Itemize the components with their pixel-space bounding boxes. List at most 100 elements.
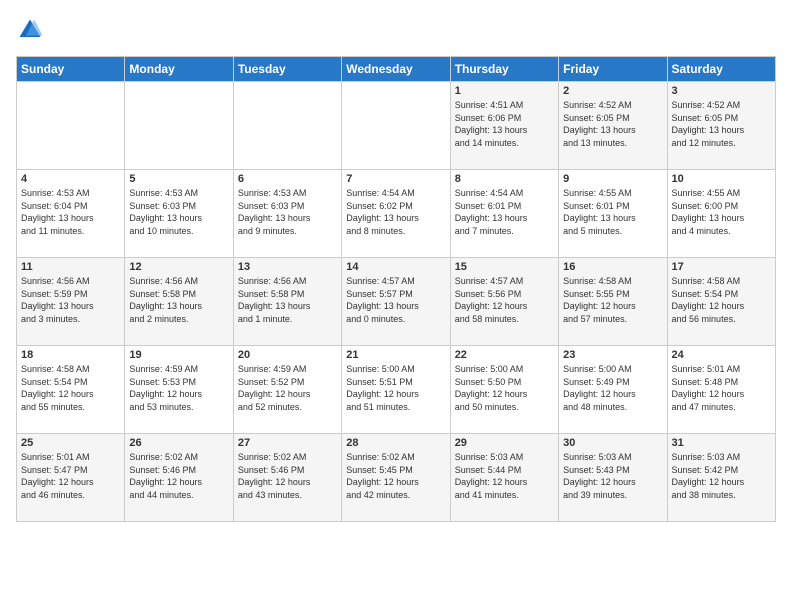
- calendar-cell: 31 Sunrise: 5:03 AMSunset: 5:42 PMDayligh…: [667, 434, 775, 522]
- calendar-cell: 13 Sunrise: 4:56 AMSunset: 5:58 PMDayligh…: [233, 258, 341, 346]
- day-info: Sunrise: 4:55 AMSunset: 6:00 PMDaylight:…: [672, 187, 771, 237]
- day-number: 15: [455, 261, 554, 273]
- calendar-week-5: 25 Sunrise: 5:01 AMSunset: 5:47 PMDayligh…: [17, 434, 776, 522]
- day-number: 18: [21, 349, 120, 361]
- day-info: Sunrise: 4:56 AMSunset: 5:59 PMDaylight:…: [21, 275, 120, 325]
- calendar-cell: 3 Sunrise: 4:52 AMSunset: 6:05 PMDaylight…: [667, 82, 775, 170]
- logo: [16, 16, 48, 44]
- day-info: Sunrise: 4:52 AMSunset: 6:05 PMDaylight:…: [563, 99, 662, 149]
- day-info: Sunrise: 5:03 AMSunset: 5:42 PMDaylight:…: [672, 451, 771, 501]
- day-number: 13: [238, 261, 337, 273]
- day-info: Sunrise: 4:57 AMSunset: 5:57 PMDaylight:…: [346, 275, 445, 325]
- day-info: Sunrise: 4:58 AMSunset: 5:54 PMDaylight:…: [21, 363, 120, 413]
- day-info: Sunrise: 4:57 AMSunset: 5:56 PMDaylight:…: [455, 275, 554, 325]
- day-info: Sunrise: 4:58 AMSunset: 5:54 PMDaylight:…: [672, 275, 771, 325]
- day-info: Sunrise: 4:53 AMSunset: 6:03 PMDaylight:…: [129, 187, 228, 237]
- calendar-cell: [17, 82, 125, 170]
- day-info: Sunrise: 4:51 AMSunset: 6:06 PMDaylight:…: [455, 99, 554, 149]
- day-info: Sunrise: 4:54 AMSunset: 6:02 PMDaylight:…: [346, 187, 445, 237]
- calendar-cell: 6 Sunrise: 4:53 AMSunset: 6:03 PMDaylight…: [233, 170, 341, 258]
- day-info: Sunrise: 4:56 AMSunset: 5:58 PMDaylight:…: [238, 275, 337, 325]
- calendar-cell: 1Sunrise: 4:51 AMSunset: 6:06 PMDaylight…: [450, 82, 558, 170]
- day-number: 11: [21, 261, 120, 273]
- day-number: 21: [346, 349, 445, 361]
- day-info: Sunrise: 5:03 AMSunset: 5:43 PMDaylight:…: [563, 451, 662, 501]
- day-info: Sunrise: 5:00 AMSunset: 5:49 PMDaylight:…: [563, 363, 662, 413]
- calendar-cell: 27 Sunrise: 5:02 AMSunset: 5:46 PMDayligh…: [233, 434, 341, 522]
- calendar-cell: 24 Sunrise: 5:01 AMSunset: 5:48 PMDayligh…: [667, 346, 775, 434]
- day-number: 2: [563, 85, 662, 97]
- day-info: Sunrise: 5:01 AMSunset: 5:48 PMDaylight:…: [672, 363, 771, 413]
- calendar-cell: 21 Sunrise: 5:00 AMSunset: 5:51 PMDayligh…: [342, 346, 450, 434]
- calendar-cell: 4 Sunrise: 4:53 AMSunset: 6:04 PMDaylight…: [17, 170, 125, 258]
- day-number: 3: [672, 85, 771, 97]
- weekday-header-thursday: Thursday: [450, 57, 558, 82]
- day-number: 24: [672, 349, 771, 361]
- day-number: 30: [563, 437, 662, 449]
- calendar-cell: 15 Sunrise: 4:57 AMSunset: 5:56 PMDayligh…: [450, 258, 558, 346]
- day-info: Sunrise: 5:00 AMSunset: 5:50 PMDaylight:…: [455, 363, 554, 413]
- calendar-cell: 29 Sunrise: 5:03 AMSunset: 5:44 PMDayligh…: [450, 434, 558, 522]
- calendar-cell: 30 Sunrise: 5:03 AMSunset: 5:43 PMDayligh…: [559, 434, 667, 522]
- day-info: Sunrise: 4:56 AMSunset: 5:58 PMDaylight:…: [129, 275, 228, 325]
- day-info: Sunrise: 4:53 AMSunset: 6:03 PMDaylight:…: [238, 187, 337, 237]
- day-number: 26: [129, 437, 228, 449]
- calendar-cell: 17 Sunrise: 4:58 AMSunset: 5:54 PMDayligh…: [667, 258, 775, 346]
- calendar-cell: 22 Sunrise: 5:00 AMSunset: 5:50 PMDayligh…: [450, 346, 558, 434]
- calendar-cell: [125, 82, 233, 170]
- calendar-cell: 16 Sunrise: 4:58 AMSunset: 5:55 PMDayligh…: [559, 258, 667, 346]
- calendar-cell: [233, 82, 341, 170]
- day-number: 4: [21, 173, 120, 185]
- day-info: Sunrise: 4:59 AMSunset: 5:52 PMDaylight:…: [238, 363, 337, 413]
- day-number: 14: [346, 261, 445, 273]
- day-number: 25: [21, 437, 120, 449]
- weekday-header-sunday: Sunday: [17, 57, 125, 82]
- calendar-week-3: 11 Sunrise: 4:56 AMSunset: 5:59 PMDayligh…: [17, 258, 776, 346]
- calendar-week-1: 1Sunrise: 4:51 AMSunset: 6:06 PMDaylight…: [17, 82, 776, 170]
- day-info: Sunrise: 4:54 AMSunset: 6:01 PMDaylight:…: [455, 187, 554, 237]
- day-number: 10: [672, 173, 771, 185]
- calendar-cell: 8Sunrise: 4:54 AMSunset: 6:01 PMDaylight…: [450, 170, 558, 258]
- calendar-cell: 19Sunrise: 4:59 AMSunset: 5:53 PMDayligh…: [125, 346, 233, 434]
- day-info: Sunrise: 5:02 AMSunset: 5:45 PMDaylight:…: [346, 451, 445, 501]
- calendar-cell: 7Sunrise: 4:54 AMSunset: 6:02 PMDaylight…: [342, 170, 450, 258]
- day-number: 17: [672, 261, 771, 273]
- calendar-cell: 11 Sunrise: 4:56 AMSunset: 5:59 PMDayligh…: [17, 258, 125, 346]
- logo-icon: [16, 16, 44, 44]
- day-number: 20: [238, 349, 337, 361]
- day-info: Sunrise: 4:58 AMSunset: 5:55 PMDaylight:…: [563, 275, 662, 325]
- day-info: Sunrise: 5:03 AMSunset: 5:44 PMDaylight:…: [455, 451, 554, 501]
- day-number: 19: [129, 349, 228, 361]
- calendar-cell: 9Sunrise: 4:55 AMSunset: 6:01 PMDaylight…: [559, 170, 667, 258]
- day-number: 27: [238, 437, 337, 449]
- calendar-cell: 12 Sunrise: 4:56 AMSunset: 5:58 PMDayligh…: [125, 258, 233, 346]
- calendar-cell: 18 Sunrise: 4:58 AMSunset: 5:54 PMDayligh…: [17, 346, 125, 434]
- weekday-header-row: SundayMondayTuesdayWednesdayThursdayFrid…: [17, 57, 776, 82]
- day-info: Sunrise: 4:52 AMSunset: 6:05 PMDaylight:…: [672, 99, 771, 149]
- calendar-cell: 2 Sunrise: 4:52 AMSunset: 6:05 PMDaylight…: [559, 82, 667, 170]
- weekday-header-wednesday: Wednesday: [342, 57, 450, 82]
- day-number: 31: [672, 437, 771, 449]
- weekday-header-monday: Monday: [125, 57, 233, 82]
- day-number: 28: [346, 437, 445, 449]
- calendar-cell: 26 Sunrise: 5:02 AMSunset: 5:46 PMDayligh…: [125, 434, 233, 522]
- weekday-header-friday: Friday: [559, 57, 667, 82]
- day-info: Sunrise: 5:00 AMSunset: 5:51 PMDaylight:…: [346, 363, 445, 413]
- day-info: Sunrise: 4:55 AMSunset: 6:01 PMDaylight:…: [563, 187, 662, 237]
- calendar-cell: 5Sunrise: 4:53 AMSunset: 6:03 PMDaylight…: [125, 170, 233, 258]
- day-info: Sunrise: 5:01 AMSunset: 5:47 PMDaylight:…: [21, 451, 120, 501]
- day-number: 29: [455, 437, 554, 449]
- calendar-cell: 20 Sunrise: 4:59 AMSunset: 5:52 PMDayligh…: [233, 346, 341, 434]
- calendar-week-4: 18 Sunrise: 4:58 AMSunset: 5:54 PMDayligh…: [17, 346, 776, 434]
- day-info: Sunrise: 5:02 AMSunset: 5:46 PMDaylight:…: [238, 451, 337, 501]
- day-number: 12: [129, 261, 228, 273]
- day-number: 22: [455, 349, 554, 361]
- day-info: Sunrise: 4:53 AMSunset: 6:04 PMDaylight:…: [21, 187, 120, 237]
- calendar-cell: 23Sunrise: 5:00 AMSunset: 5:49 PMDayligh…: [559, 346, 667, 434]
- day-number: 6: [238, 173, 337, 185]
- calendar-cell: [342, 82, 450, 170]
- calendar-table: SundayMondayTuesdayWednesdayThursdayFrid…: [16, 56, 776, 522]
- day-number: 16: [563, 261, 662, 273]
- day-info: Sunrise: 5:02 AMSunset: 5:46 PMDaylight:…: [129, 451, 228, 501]
- page-header: [16, 16, 776, 44]
